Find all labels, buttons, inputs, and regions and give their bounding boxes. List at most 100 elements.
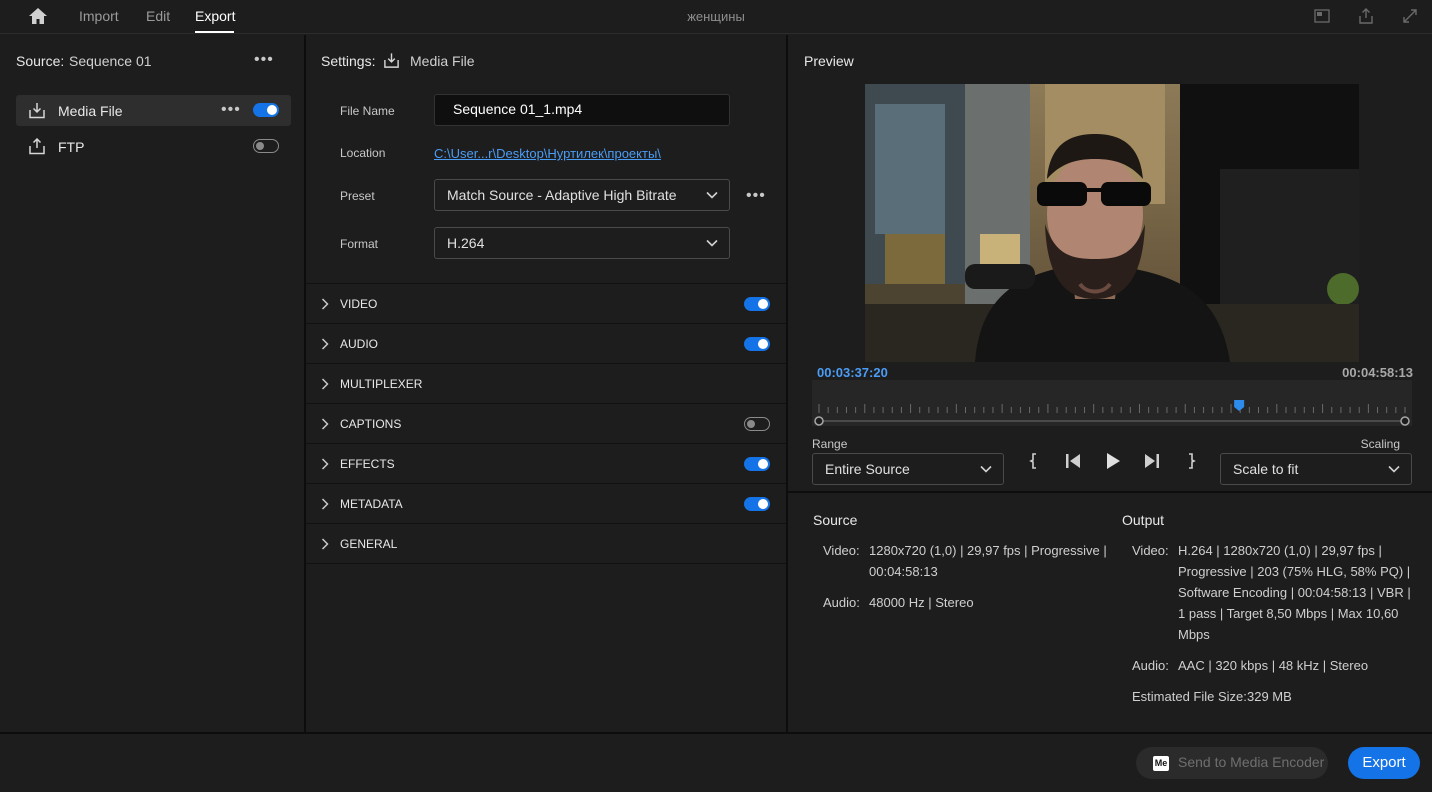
- timeline-scrubber[interactable]: [812, 380, 1412, 426]
- destination-ftp[interactable]: FTP: [16, 131, 291, 162]
- preset-more-icon[interactable]: •••: [746, 188, 766, 204]
- export-button[interactable]: Export: [1348, 747, 1420, 779]
- metadata-toggle[interactable]: [744, 497, 770, 511]
- info-line: 1280x720 (1,0) | 29,97 fps | Progressive…: [869, 543, 1107, 558]
- format-value: H.264: [447, 235, 485, 251]
- source-video-info: 1280x720 (1,0) | 29,97 fps | Progressive…: [869, 540, 1109, 582]
- destination-more-icon[interactable]: •••: [221, 102, 241, 118]
- source-more-icon[interactable]: •••: [254, 52, 274, 68]
- settings-panel: Settings: Media File File Name Sequence …: [306, 35, 786, 732]
- info-line: H.264 | 1280x720 (1,0) | 29,97 fps |: [1178, 543, 1382, 558]
- preview-label: Preview: [804, 53, 854, 69]
- info-line: 00:04:58:13: [869, 564, 938, 579]
- info-line: Software Encoding | 00:04:58:13 | VBR |: [1178, 585, 1411, 600]
- current-timecode: 00:03:37:20: [817, 365, 888, 380]
- file-name-label: File Name: [340, 104, 395, 118]
- section-video[interactable]: VIDEO: [306, 283, 786, 323]
- output-video-key: Video:: [1132, 543, 1169, 558]
- destination-label: Media File: [58, 103, 123, 119]
- panel-divider: [788, 491, 1432, 493]
- source-label: Source:: [16, 53, 65, 69]
- video-toggle[interactable]: [744, 297, 770, 311]
- scaling-dropdown[interactable]: Scale to fit: [1220, 453, 1412, 485]
- source-sequence-name: Sequence 01: [69, 53, 152, 69]
- mark-out-icon[interactable]: [1181, 451, 1201, 471]
- out-point-handle[interactable]: [1400, 416, 1410, 426]
- preview-panel: Preview 00:03:37:20 00:04:58:13 Range Sc…: [788, 35, 1432, 732]
- chevron-right-icon: [321, 498, 329, 510]
- media-encoder-icon: Me: [1153, 756, 1169, 771]
- section-label: GENERAL: [340, 537, 398, 551]
- preset-label: Preset: [340, 189, 375, 203]
- scaling-value: Scale to fit: [1233, 461, 1299, 477]
- chevron-right-icon: [321, 538, 329, 550]
- destination-media-file[interactable]: Media File •••: [16, 95, 291, 126]
- send-to-media-encoder-label: Send to Media Encoder: [1178, 754, 1325, 770]
- section-metadata[interactable]: METADATA: [306, 483, 786, 523]
- timeline-ticks: [818, 404, 1406, 413]
- chevron-down-icon: [706, 239, 718, 247]
- video-preview-frame: [865, 84, 1359, 362]
- section-divider: [306, 563, 786, 564]
- scaling-label: Scaling: [1360, 437, 1400, 451]
- chevron-right-icon: [321, 418, 329, 430]
- send-to-media-encoder-button[interactable]: Me Send to Media Encoder: [1136, 747, 1328, 779]
- ftp-toggle[interactable]: [253, 139, 279, 153]
- estimated-size-value: 329 MB: [1247, 689, 1292, 704]
- quick-export-icon[interactable]: [1313, 7, 1331, 25]
- format-dropdown[interactable]: H.264: [434, 227, 730, 259]
- mark-in-icon[interactable]: [1024, 451, 1044, 471]
- output-audio-key: Audio:: [1132, 658, 1169, 673]
- chevron-right-icon: [321, 298, 329, 310]
- section-audio[interactable]: AUDIO: [306, 323, 786, 363]
- file-name-input[interactable]: Sequence 01_1.mp4: [434, 94, 730, 126]
- source-info-heading: Source: [813, 512, 858, 528]
- output-audio-info: AAC | 320 kbps | 48 kHz | Stereo: [1178, 658, 1369, 673]
- step-back-icon[interactable]: [1063, 451, 1083, 471]
- media-file-toggle[interactable]: [253, 103, 279, 117]
- audio-toggle[interactable]: [744, 337, 770, 351]
- section-label: MULTIPLEXER: [340, 377, 423, 391]
- destinations-panel: Source: Sequence 01 ••• Media File ••• F…: [0, 35, 304, 732]
- share-icon[interactable]: [1357, 7, 1375, 25]
- download-icon: [29, 103, 45, 119]
- chevron-right-icon: [321, 378, 329, 390]
- section-label: EFFECTS: [340, 457, 395, 471]
- source-audio-key: Audio:: [823, 595, 860, 610]
- duration-timecode: 00:04:58:13: [1342, 365, 1413, 380]
- location-link[interactable]: C:\User...r\Desktop\Нуртилек\проекты\: [434, 146, 661, 161]
- section-captions[interactable]: CAPTIONS: [306, 403, 786, 443]
- play-icon[interactable]: [1103, 451, 1123, 471]
- upload-icon: [29, 138, 45, 155]
- chevron-right-icon: [321, 338, 329, 350]
- range-dropdown[interactable]: Entire Source: [812, 453, 1004, 485]
- chevron-right-icon: [321, 458, 329, 470]
- playhead[interactable]: [1234, 400, 1245, 411]
- section-multiplexer[interactable]: MULTIPLEXER: [306, 363, 786, 403]
- preset-dropdown[interactable]: Match Source - Adaptive High Bitrate: [434, 179, 730, 211]
- info-line: Mbps: [1178, 627, 1210, 642]
- effects-toggle[interactable]: [744, 457, 770, 471]
- info-line: Progressive | 203 (75% HLG, 58% PQ) |: [1178, 564, 1411, 579]
- export-window: Import Edit Export женщины Source: Seque…: [0, 0, 1432, 792]
- settings-label: Settings:: [321, 53, 376, 69]
- section-effects[interactable]: EFFECTS: [306, 443, 786, 483]
- fullscreen-icon[interactable]: [1401, 7, 1419, 25]
- section-general[interactable]: GENERAL: [306, 523, 786, 563]
- location-label: Location: [340, 146, 386, 160]
- step-forward-icon[interactable]: [1142, 451, 1162, 471]
- project-title: женщины: [687, 9, 745, 24]
- section-label: CAPTIONS: [340, 417, 402, 431]
- output-info-heading: Output: [1122, 512, 1165, 528]
- chevron-down-icon: [980, 465, 992, 473]
- range-label: Range: [812, 437, 848, 451]
- source-video-key: Video:: [823, 543, 860, 558]
- section-label: VIDEO: [340, 297, 378, 311]
- in-point-handle[interactable]: [814, 416, 824, 426]
- range-value: Entire Source: [825, 461, 910, 477]
- captions-toggle[interactable]: [744, 417, 770, 431]
- source-audio-info: 48000 Hz | Stereo: [869, 595, 974, 610]
- chevron-down-icon: [1388, 465, 1400, 473]
- format-label: Format: [340, 237, 379, 251]
- section-label: AUDIO: [340, 337, 379, 351]
